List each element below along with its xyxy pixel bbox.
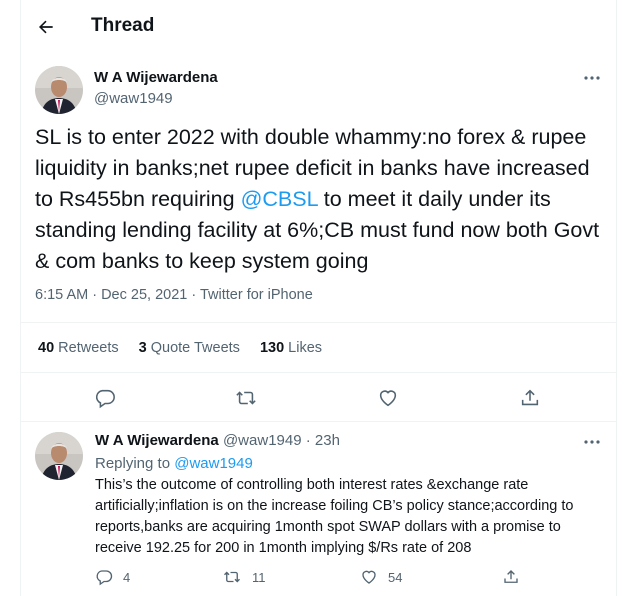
like-icon — [362, 570, 376, 584]
share-icon[interactable] — [517, 385, 543, 411]
page-title: Thread — [91, 15, 155, 36]
avatar[interactable] — [35, 432, 83, 480]
like-count: 54 — [388, 569, 403, 585]
author-name[interactable]: W A Wijewardena — [94, 69, 218, 86]
reply-author-name[interactable]: W A Wijewardena — [95, 432, 219, 449]
share-icon — [504, 570, 518, 583]
replying-to: Replying to @waw1949 — [95, 455, 253, 472]
more-icon[interactable] — [580, 432, 604, 452]
divider — [21, 372, 616, 373]
like-icon[interactable] — [375, 385, 401, 411]
tweet-timestamp[interactable]: 6:15 AM · Dec 25, 2021 · Twitter for iPh… — [35, 287, 313, 303]
reply-text: This’s the outcome of controlling both i… — [95, 477, 574, 556]
reply-action[interactable]: 4 — [95, 568, 130, 586]
likes-label: Likes — [288, 340, 323, 356]
retweet-icon — [224, 571, 240, 583]
reply-icon[interactable] — [92, 385, 118, 411]
reply-count: 4 — [123, 569, 131, 585]
mention-link[interactable]: @CBSL — [241, 187, 318, 211]
quotes-count: 3 — [138, 340, 147, 356]
tweet-text: SL is to enter 2022 with double whammy:n… — [35, 122, 610, 277]
thread-page: Thread W A Wijewardena @waw1949 SL is to… — [0, 0, 638, 596]
author-handle[interactable]: @waw1949 — [94, 90, 173, 107]
avatar[interactable] — [35, 66, 83, 114]
thread-header: Thread — [21, 0, 616, 54]
like-action[interactable]: 54 — [360, 568, 402, 586]
likes-count: 130 — [259, 340, 285, 356]
reply-handle-time[interactable]: @waw1949 · 23h — [223, 432, 340, 449]
back-arrow-icon[interactable] — [34, 15, 58, 39]
quotes-label: Quote Tweets — [150, 340, 240, 356]
replying-handle[interactable]: @waw1949 — [174, 455, 253, 472]
reply-icon — [96, 570, 113, 586]
more-icon[interactable] — [580, 68, 604, 88]
retweets-label: Retweets — [58, 340, 119, 356]
retweets-stat[interactable]: 40 Retweets — [38, 340, 119, 356]
retweet-count: 11 — [252, 569, 266, 585]
retweet-action[interactable]: 11 — [222, 568, 266, 586]
replying-label: Replying to — [95, 455, 171, 472]
tweet-actions — [21, 385, 616, 413]
reply-header: W A Wijewardena @waw1949 · 23h — [95, 432, 340, 449]
tweet-stats: 40 Retweets 3 Quote Tweets 130 Likes — [38, 340, 322, 356]
divider — [21, 322, 616, 323]
quotes-stat[interactable]: 3 Quote Tweets — [139, 340, 240, 356]
retweet-icon[interactable] — [233, 385, 259, 411]
share-action[interactable] — [502, 568, 520, 586]
reply-tweet[interactable]: W A Wijewardena @waw1949 · 23h Replying … — [21, 422, 616, 596]
likes-stat[interactable]: 130 Likes — [260, 340, 322, 356]
retweets-count: 40 — [38, 340, 55, 356]
column-right-border — [616, 0, 617, 596]
